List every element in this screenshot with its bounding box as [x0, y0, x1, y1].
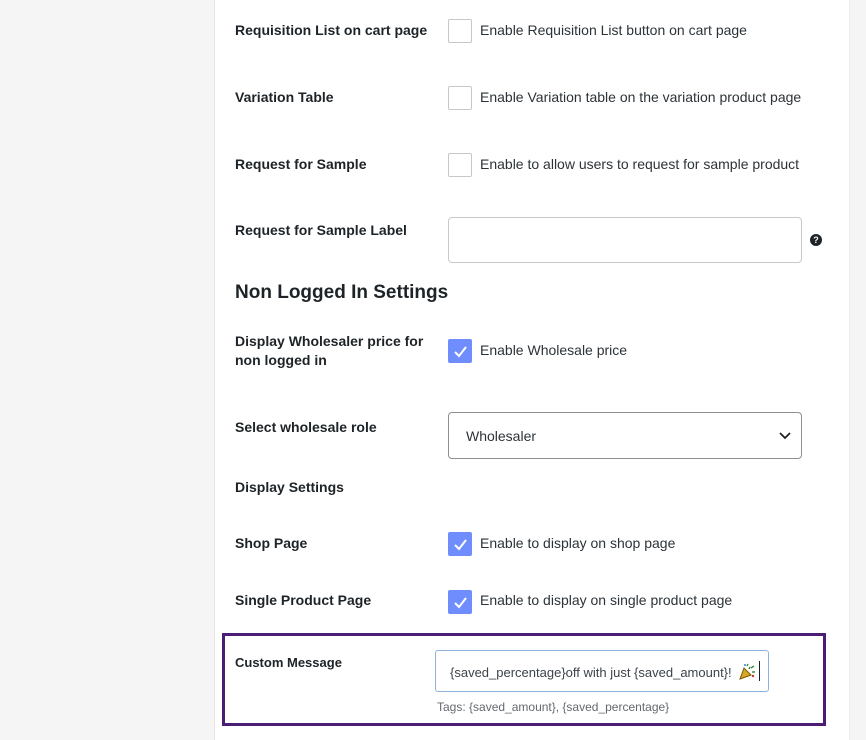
wholesaler-price-label-line2: non logged in [235, 352, 327, 368]
single-product-checkbox[interactable] [448, 590, 472, 614]
wholesale-role-label: Select wholesale role [235, 419, 377, 435]
request-sample-checkbox[interactable] [448, 153, 472, 177]
custom-message-tags: Tags: {saved_amount}, {saved_percentage} [437, 700, 670, 714]
variation-table-label: Variation Table [235, 89, 334, 105]
request-sample-label: Request for Sample [235, 156, 367, 172]
request-sample-checkbox-label[interactable]: Enable to allow users to request for sam… [480, 155, 799, 174]
party-popper-icon [739, 663, 755, 680]
wholesale-role-selected: Wholesaler [466, 428, 537, 444]
custom-message-input[interactable]: {saved_percentage}off with just {saved_a… [435, 650, 769, 692]
single-product-checkbox-label[interactable]: Enable to display on single product page [480, 591, 732, 610]
shop-page-checkbox[interactable] [448, 532, 472, 556]
request-sample-label-input[interactable] [448, 217, 802, 263]
variation-table-checkbox-label[interactable]: Enable Variation table on the variation … [480, 88, 801, 107]
wholesale-price-checkbox-label[interactable]: Enable Wholesale price [480, 341, 627, 360]
variation-table-checkbox[interactable] [448, 86, 472, 110]
wholesaler-price-label: Display Wholesaler price for non logged … [235, 332, 423, 370]
checkmark-icon [454, 346, 467, 358]
wholesale-role-select[interactable]: Wholesaler [448, 412, 802, 459]
custom-message-label: Custom Message [235, 655, 342, 670]
requisition-list-checkbox[interactable] [448, 19, 472, 43]
display-settings-label: Display Settings [235, 479, 344, 495]
single-product-label: Single Product Page [235, 592, 372, 608]
chevron-down-icon [779, 432, 791, 440]
text-caret [759, 661, 760, 681]
shop-page-label: Shop Page [235, 535, 308, 551]
settings-panel: Requisition List on cart page Enable Req… [214, 0, 850, 740]
checkmark-icon [454, 539, 467, 551]
shop-page-checkbox-label[interactable]: Enable to display on shop page [480, 534, 675, 553]
checkmark-icon [454, 597, 467, 609]
help-icon[interactable]: ? [810, 234, 822, 246]
wholesaler-price-label-line1: Display Wholesaler price for [235, 333, 424, 349]
requisition-list-label: Requisition List on cart page [235, 22, 428, 38]
requisition-list-checkbox-label[interactable]: Enable Requisition List button on cart p… [480, 21, 747, 40]
wholesale-price-checkbox[interactable] [448, 339, 472, 363]
request-sample-text-label: Request for Sample Label [235, 222, 407, 238]
non-logged-settings-title: Non Logged In Settings [235, 282, 449, 303]
custom-message-value: {saved_percentage}off with just {saved_a… [450, 665, 732, 680]
